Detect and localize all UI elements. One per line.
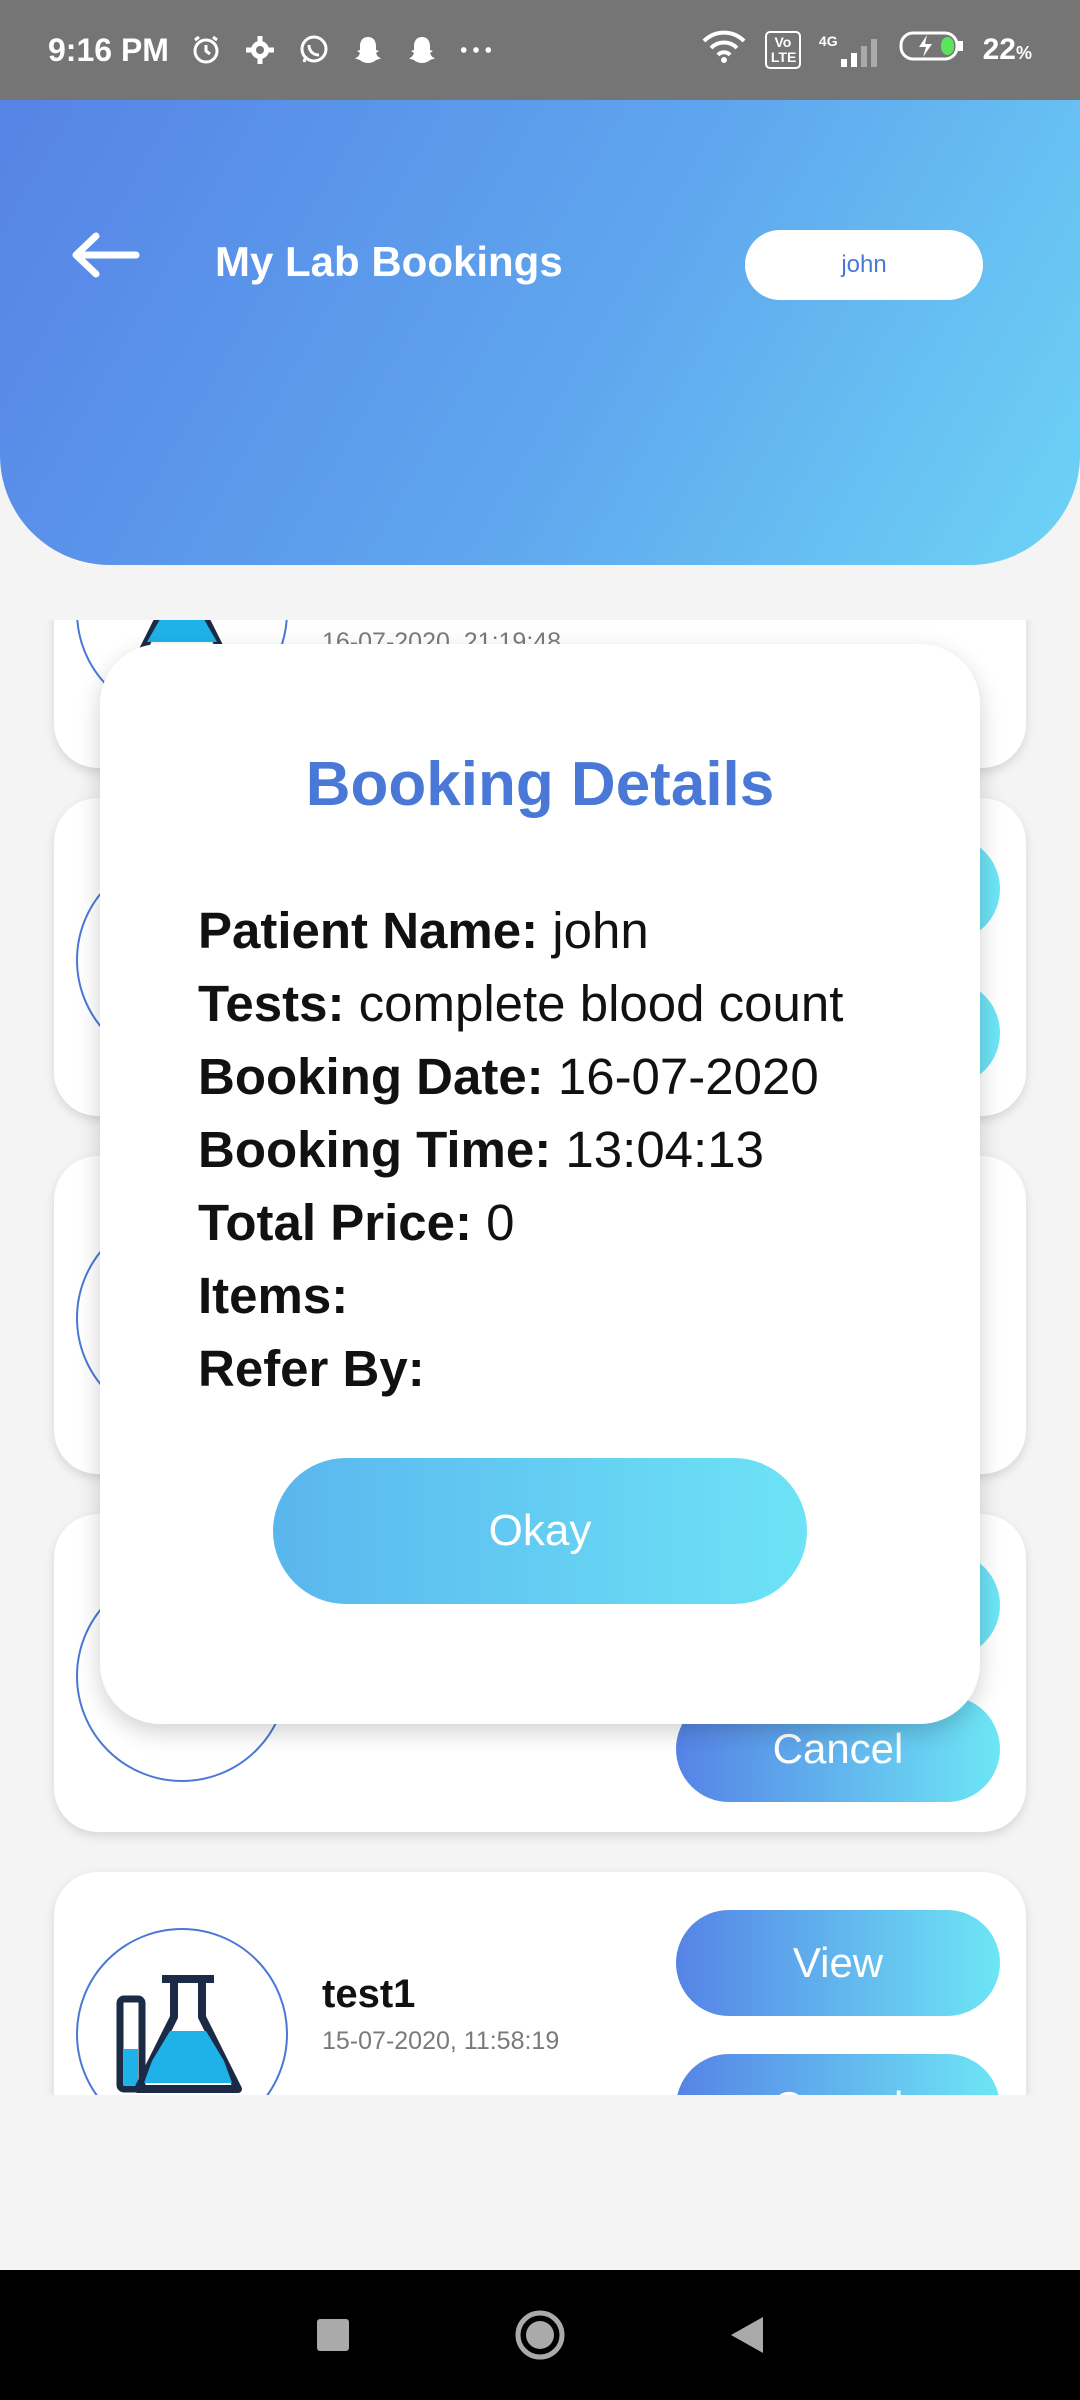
square-icon bbox=[317, 2319, 350, 2351]
detail-value: 16-07-2020 bbox=[557, 1048, 819, 1105]
detail-label: Booking Date: bbox=[198, 1048, 544, 1105]
detail-label: Refer By: bbox=[198, 1340, 425, 1397]
dialog-overlay: Booking Details Patient Name: john Tests… bbox=[0, 0, 1080, 2270]
detail-refer-by: Refer By: bbox=[198, 1332, 918, 1405]
detail-value: john bbox=[552, 902, 649, 959]
detail-booking-date: Booking Date: 16-07-2020 bbox=[198, 1040, 918, 1113]
detail-label: Total Price: bbox=[198, 1194, 472, 1251]
triangle-back-icon bbox=[730, 2317, 763, 2353]
detail-total-price: Total Price: 0 bbox=[198, 1186, 918, 1259]
detail-booking-time: Booking Time: 13:04:13 bbox=[198, 1113, 918, 1186]
okay-button[interactable]: Okay bbox=[273, 1458, 807, 1604]
back-nav-button[interactable] bbox=[712, 2300, 782, 2370]
detail-value: 13:04:13 bbox=[565, 1121, 764, 1178]
detail-value: complete blood count bbox=[358, 975, 844, 1032]
dialog-title: Booking Details bbox=[305, 750, 775, 819]
detail-items: Items: bbox=[198, 1259, 918, 1332]
booking-details-dialog: Booking Details Patient Name: john Tests… bbox=[100, 644, 980, 1724]
system-nav-bar bbox=[0, 2270, 1080, 2400]
home-button[interactable] bbox=[505, 2300, 575, 2370]
recents-button[interactable] bbox=[298, 2300, 368, 2370]
detail-label: Booking Time: bbox=[198, 1121, 552, 1178]
detail-value: 0 bbox=[486, 1194, 515, 1251]
detail-label: Tests: bbox=[198, 975, 345, 1032]
detail-label: Items: bbox=[198, 1267, 349, 1324]
circle-icon bbox=[515, 2310, 565, 2360]
detail-tests: Tests: complete blood count bbox=[198, 967, 918, 1040]
detail-label: Patient Name: bbox=[198, 902, 539, 959]
booking-details: Patient Name: john Tests: complete blood… bbox=[198, 894, 918, 1405]
detail-patient-name: Patient Name: john bbox=[198, 894, 918, 967]
